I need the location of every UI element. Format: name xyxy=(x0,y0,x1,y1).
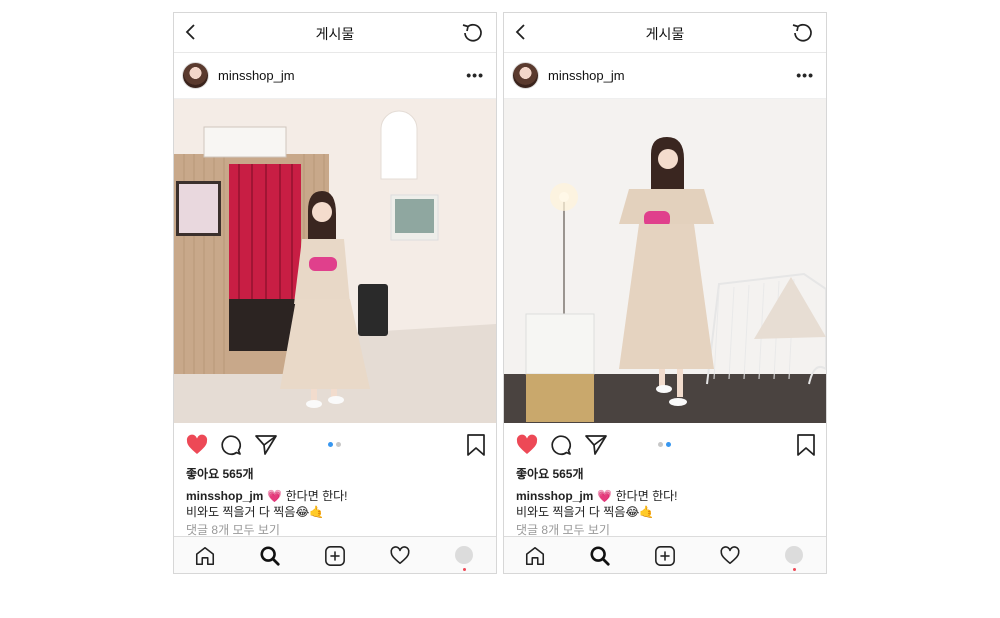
carousel-dot-2 xyxy=(336,442,341,447)
send-icon[interactable] xyxy=(584,433,608,457)
like-count[interactable]: 좋아요 565개 xyxy=(186,465,254,482)
bottom-tab-bar xyxy=(174,536,496,573)
post-header: minsshop_jm ••• xyxy=(174,53,496,99)
post-header: minsshop_jm ••• xyxy=(504,53,826,99)
add-post-icon[interactable] xyxy=(654,545,676,567)
screen-title: 게시물 xyxy=(645,26,685,42)
carousel-indicator xyxy=(328,442,344,448)
carousel-dot-1 xyxy=(658,442,663,447)
post-photo[interactable] xyxy=(174,99,496,423)
caption-text: 💗 한다면 한다! xyxy=(267,489,348,503)
avatar[interactable] xyxy=(182,62,209,89)
notification-dot xyxy=(463,568,466,571)
caption: minsshop_jm 💗 한다면 한다! xyxy=(186,487,348,504)
carousel-dot-1 xyxy=(328,442,333,447)
avatar[interactable] xyxy=(512,62,539,89)
post-actions xyxy=(504,433,826,459)
heart-outline-icon[interactable] xyxy=(389,545,411,567)
top-bar: 게시물 xyxy=(174,13,496,53)
caption-text: 💗 한다면 한다! xyxy=(597,489,678,503)
post-screen-right: 게시물 minsshop_jm ••• 좋아요 565개 minsshop_jm… xyxy=(503,12,827,574)
carousel-indicator xyxy=(658,442,674,448)
post-username[interactable]: minsshop_jm xyxy=(218,68,295,83)
profile-avatar[interactable] xyxy=(455,546,473,564)
comment-icon[interactable] xyxy=(549,433,573,457)
send-icon[interactable] xyxy=(254,433,278,457)
more-icon[interactable]: ••• xyxy=(466,67,484,83)
screen-title: 게시물 xyxy=(315,26,355,42)
search-icon[interactable] xyxy=(259,545,281,567)
profile-avatar[interactable] xyxy=(785,546,803,564)
caption-line-2: 비와도 찍을거 다 찍음😂🤙 xyxy=(516,505,655,519)
post-actions xyxy=(174,433,496,459)
post-photo[interactable] xyxy=(504,99,826,423)
refresh-icon[interactable] xyxy=(460,21,484,45)
caption: minsshop_jm 💗 한다면 한다! xyxy=(516,487,678,504)
heart-outline-icon[interactable] xyxy=(719,545,741,567)
home-icon[interactable] xyxy=(194,545,216,567)
post-username[interactable]: minsshop_jm xyxy=(548,68,625,83)
carousel-dot-2 xyxy=(666,442,671,447)
bookmark-icon[interactable] xyxy=(794,433,818,457)
more-icon[interactable]: ••• xyxy=(796,67,814,83)
refresh-icon[interactable] xyxy=(790,21,814,45)
caption-line-2: 비와도 찍을거 다 찍음😂🤙 xyxy=(186,505,325,519)
caption-username[interactable]: minsshop_jm xyxy=(186,489,263,503)
top-bar: 게시물 xyxy=(504,13,826,53)
like-count[interactable]: 좋아요 565개 xyxy=(516,465,584,482)
bottom-tab-bar xyxy=(504,536,826,573)
caption-username[interactable]: minsshop_jm xyxy=(516,489,593,503)
heart-icon[interactable] xyxy=(515,433,539,457)
post-screen-left: 게시물 minsshop_jm ••• 좋아요 565개 minsshop_jm… xyxy=(173,12,497,574)
home-icon[interactable] xyxy=(524,545,546,567)
bookmark-icon[interactable] xyxy=(464,433,488,457)
comment-icon[interactable] xyxy=(219,433,243,457)
notification-dot xyxy=(793,568,796,571)
add-post-icon[interactable] xyxy=(324,545,346,567)
heart-icon[interactable] xyxy=(185,433,209,457)
search-icon[interactable] xyxy=(589,545,611,567)
